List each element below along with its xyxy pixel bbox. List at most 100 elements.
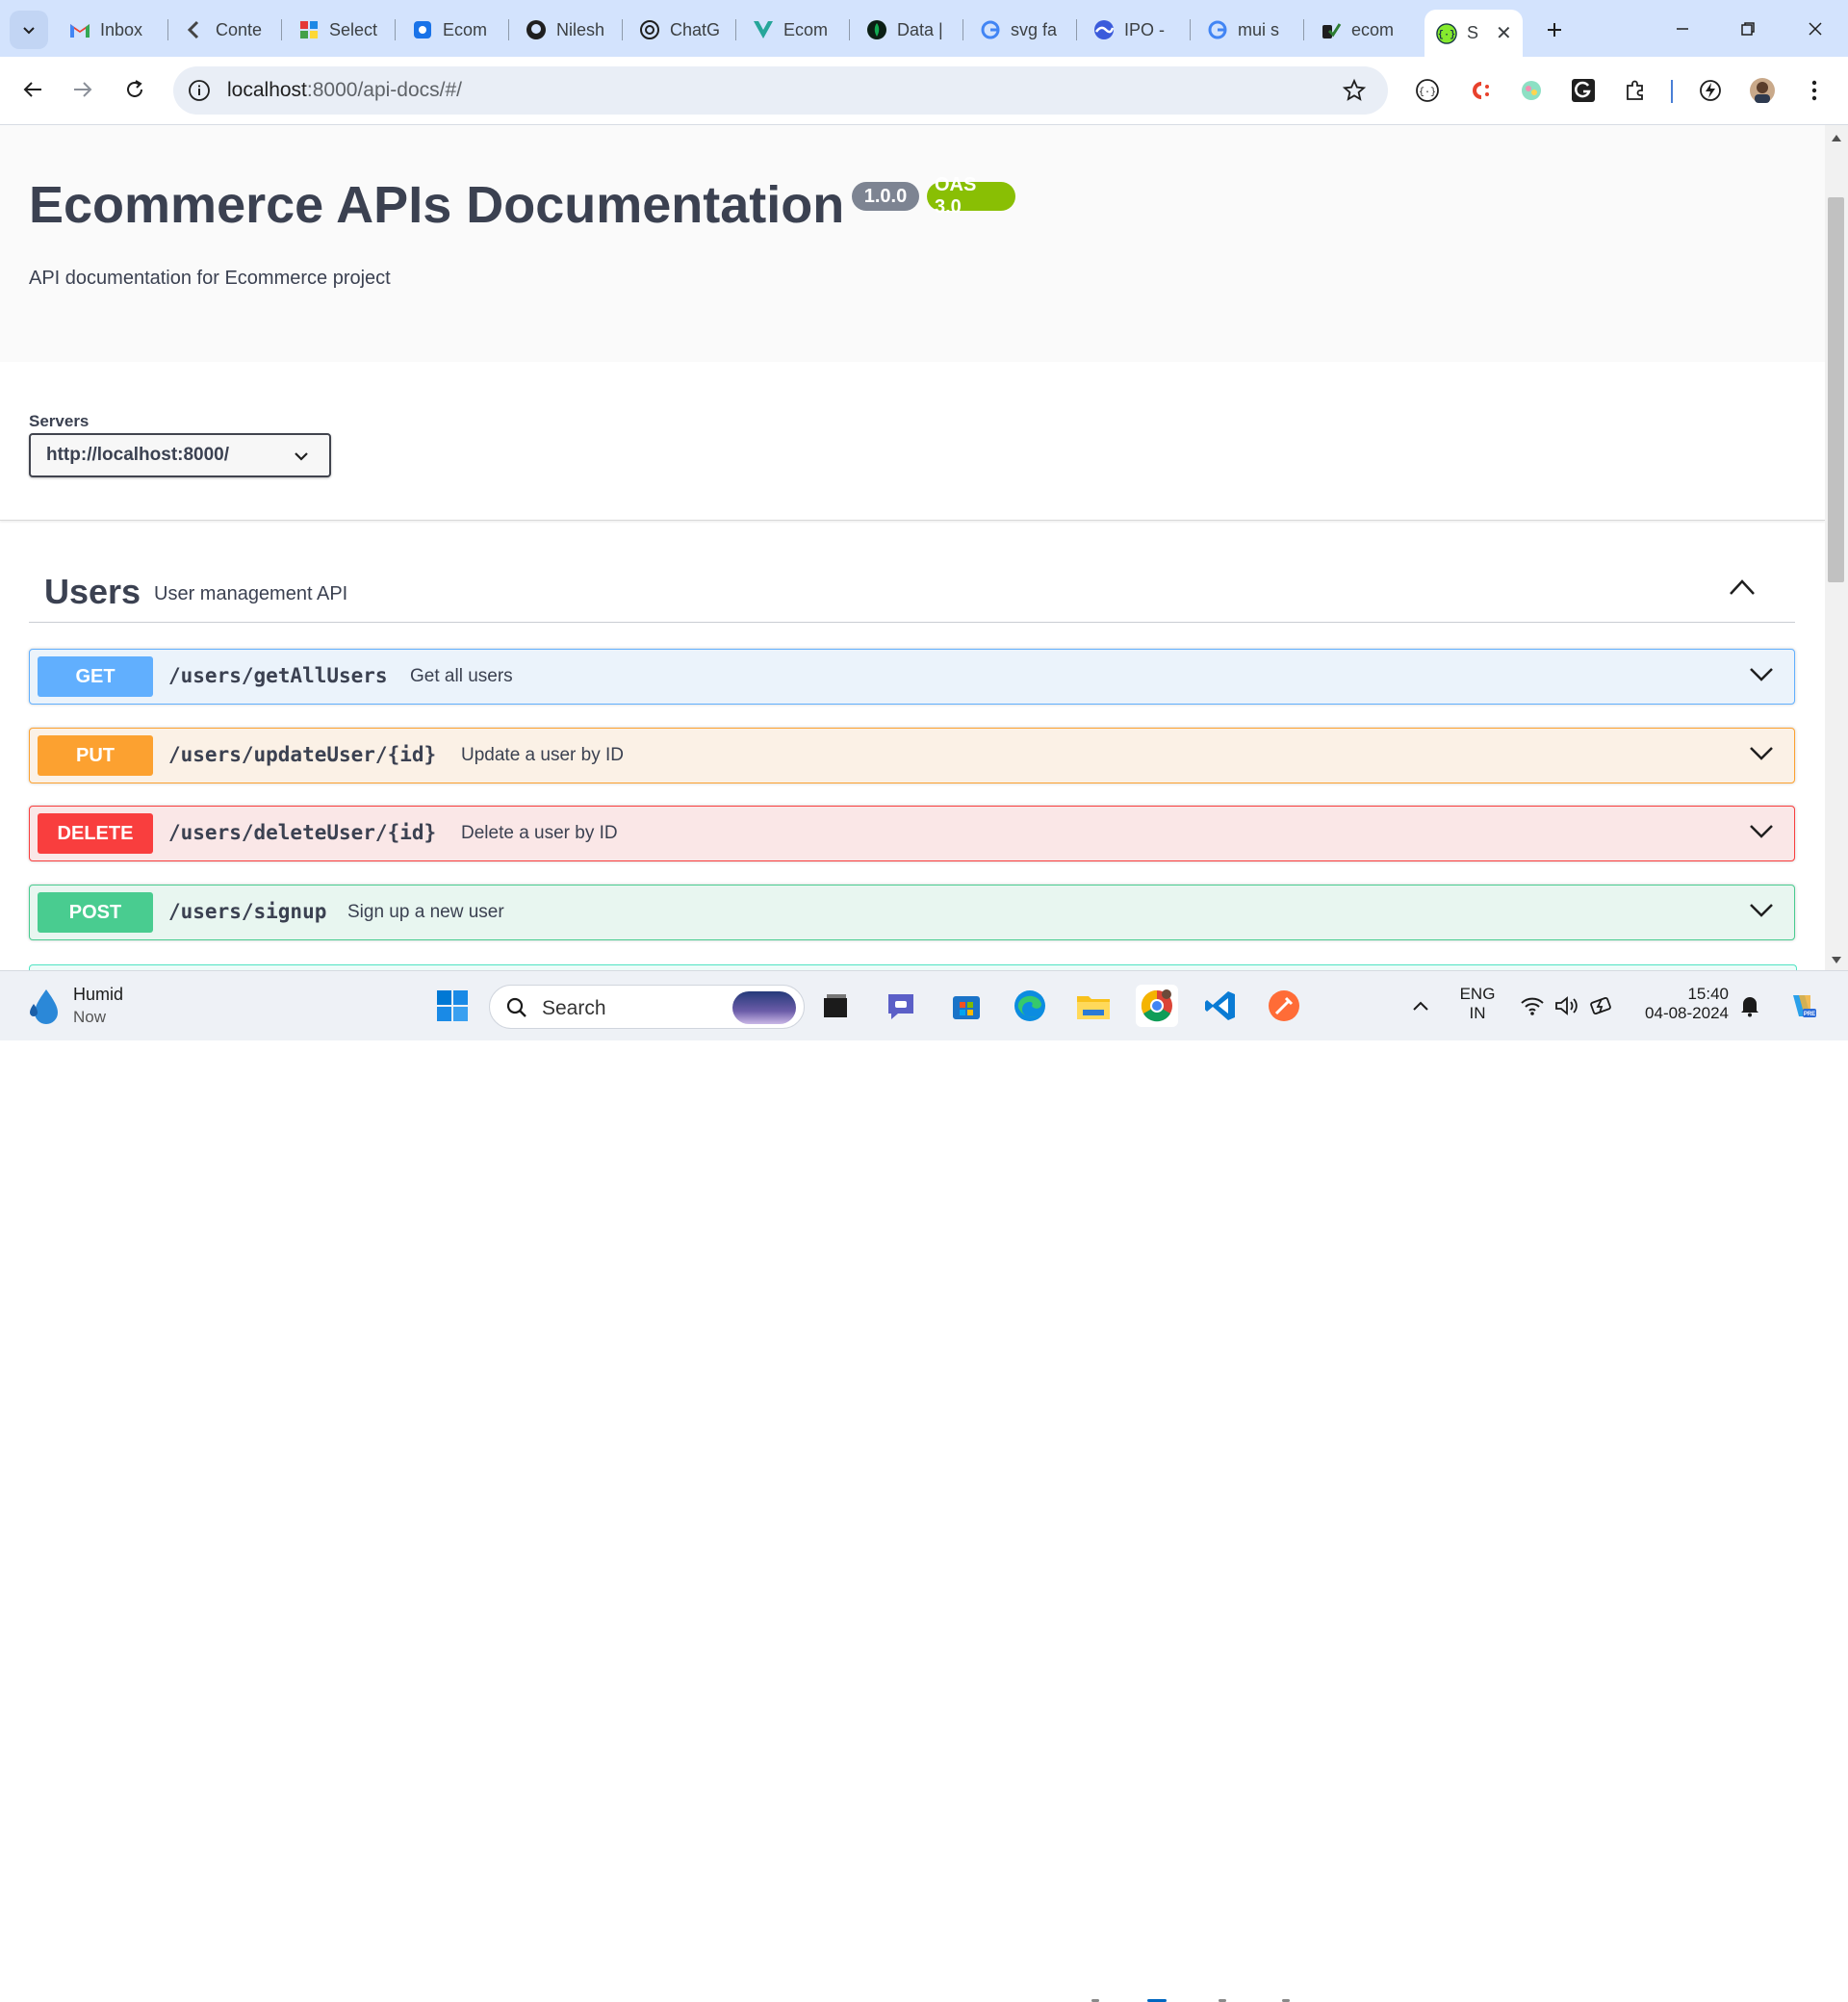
scroll-down-arrow[interactable] [1828, 953, 1844, 966]
battery-status[interactable] [1582, 985, 1621, 1027]
tab-separator [281, 19, 282, 40]
clock-date: 04-08-2024 [1645, 1004, 1729, 1022]
servers-label: Servers [29, 412, 90, 430]
wave-icon [1093, 19, 1115, 40]
tag-section-users[interactable]: Users User management API [29, 558, 1795, 623]
chevron-down-icon [1750, 747, 1773, 760]
arrow-left-icon [23, 82, 41, 97]
chevron-up-icon[interactable] [1728, 578, 1757, 597]
profile-avatar[interactable] [1746, 74, 1779, 107]
tab-conte[interactable]: Conte [173, 12, 287, 48]
address-bar[interactable]: localhost:8000/api-docs/#/ [173, 66, 1388, 115]
tab-swagger-active[interactable]: {·} S ✕ [1424, 10, 1523, 57]
tab-inbox[interactable]: Inbox [58, 12, 171, 48]
vscode-icon [1205, 991, 1235, 1020]
page-title: Ecommerce APIs Documentation [29, 176, 845, 234]
operation-update-user[interactable]: PUT /users/updateUser/{id} Update a user… [29, 728, 1795, 783]
minimize-icon [1677, 28, 1688, 30]
kebab-menu-icon [1811, 80, 1817, 101]
tab-label: Conte [216, 19, 263, 39]
operation-delete-user[interactable]: DELETE /users/deleteUser/{id} Delete a u… [29, 806, 1795, 861]
servers-select[interactable]: http://localhost:8000/ [29, 433, 331, 477]
tab-select[interactable]: Select [287, 12, 400, 48]
file-explorer-button[interactable] [1072, 985, 1115, 1027]
restore-icon [1741, 22, 1755, 36]
tab-ecom-1[interactable]: Ecom [400, 12, 514, 48]
tag-name: Users [44, 572, 141, 611]
tab-ecom-3[interactable]: ecom [1309, 12, 1423, 48]
tab-label: mui s [1238, 19, 1280, 39]
tab-ecom-2[interactable]: Ecom [741, 12, 855, 48]
volume-status[interactable] [1548, 985, 1586, 1027]
teams-button[interactable] [880, 985, 922, 1027]
humidity-drop-icon[interactable] [25, 987, 64, 1025]
close-tab-icon[interactable]: ✕ [1496, 21, 1512, 45]
chevron-down-icon [1750, 668, 1773, 681]
site-info-icon[interactable] [187, 78, 212, 103]
tab-search-button[interactable] [10, 11, 48, 49]
tab-label: ChatG [670, 19, 721, 39]
minimize-button[interactable] [1663, 13, 1702, 44]
store-button[interactable] [945, 985, 988, 1027]
task-view-button[interactable] [814, 985, 857, 1027]
extension-json-viewer[interactable]: {·} [1411, 74, 1444, 107]
copilot-icon: PRE [1793, 995, 1816, 1017]
reload-icon [127, 80, 142, 97]
windows-logo-icon [437, 990, 468, 1021]
extension-coupon[interactable] [1463, 74, 1496, 107]
wifi-status[interactable] [1513, 985, 1552, 1027]
tab-svg-fa[interactable]: svg fa [968, 12, 1082, 48]
extension-color[interactable] [1515, 74, 1548, 107]
c-colon-icon [1473, 82, 1489, 99]
bolt-circle-icon [1700, 80, 1721, 101]
extensions-button[interactable] [1619, 74, 1652, 107]
tab-ipo[interactable]: IPO - [1082, 12, 1195, 48]
notifications-button[interactable] [1731, 985, 1769, 1027]
restore-button[interactable] [1729, 13, 1767, 44]
chevron-down-icon [1750, 904, 1773, 917]
swagger-icon: {·} [1436, 22, 1457, 44]
operation-get-all-users[interactable]: GET /users/getAllUsers Get all users [29, 649, 1795, 705]
tab-label: Inbox [100, 19, 143, 39]
section-divider [0, 520, 1825, 521]
chevron-down-icon [1750, 825, 1773, 838]
operation-signup[interactable]: POST /users/signup Sign up a new user [29, 885, 1795, 940]
copilot-button[interactable]: PRE [1781, 985, 1823, 1027]
vscode-button[interactable] [1199, 985, 1242, 1027]
tab-mui[interactable]: mui s [1195, 12, 1309, 48]
url-path: :8000/api-docs/#/ [306, 79, 462, 101]
close-window-button[interactable] [1796, 13, 1835, 44]
tab-data[interactable]: Data | [855, 12, 968, 48]
region-code: IN [1469, 1004, 1486, 1022]
bookmark-star-icon[interactable] [1342, 78, 1367, 103]
tab-nilesh[interactable]: Nilesh [514, 12, 628, 48]
taskbar-search[interactable]: Search [489, 985, 805, 1029]
extension-dark[interactable] [1567, 74, 1600, 107]
chrome-menu-button[interactable] [1798, 74, 1831, 107]
svg-text:{·}: {·} [1419, 87, 1436, 98]
reload-button[interactable] [117, 72, 152, 107]
language-indicator[interactable]: ENG IN [1451, 985, 1503, 1023]
toolbar-divider [1671, 80, 1673, 103]
start-button[interactable] [431, 985, 474, 1027]
postman-button[interactable] [1263, 985, 1305, 1027]
tab-chatgpt[interactable]: ChatG [628, 12, 741, 48]
browser-tab-strip: Inbox Conte Select Ecom Nilesh ChatG Eco… [0, 0, 1848, 57]
back-button[interactable] [15, 72, 50, 107]
extension-speed[interactable] [1694, 74, 1727, 107]
operation-summary: Get all users [410, 666, 513, 686]
avatar [1750, 78, 1775, 103]
scrollbar-thumb[interactable] [1828, 197, 1844, 582]
edge-button[interactable] [1009, 985, 1051, 1027]
forward-button[interactable] [65, 72, 100, 107]
scroll-up-arrow[interactable] [1828, 131, 1844, 144]
chrome-button-active[interactable] [1136, 985, 1178, 1027]
github-icon [526, 19, 547, 40]
new-tab-button[interactable] [1538, 13, 1571, 46]
tab-separator [1076, 19, 1077, 40]
braces-circle-icon: {·} [1416, 79, 1439, 102]
show-hidden-icons-button[interactable] [1401, 985, 1440, 1027]
clock[interactable]: 15:40 04-08-2024 [1632, 985, 1729, 1023]
method-badge: GET [38, 656, 153, 697]
vite-icon [412, 19, 433, 40]
